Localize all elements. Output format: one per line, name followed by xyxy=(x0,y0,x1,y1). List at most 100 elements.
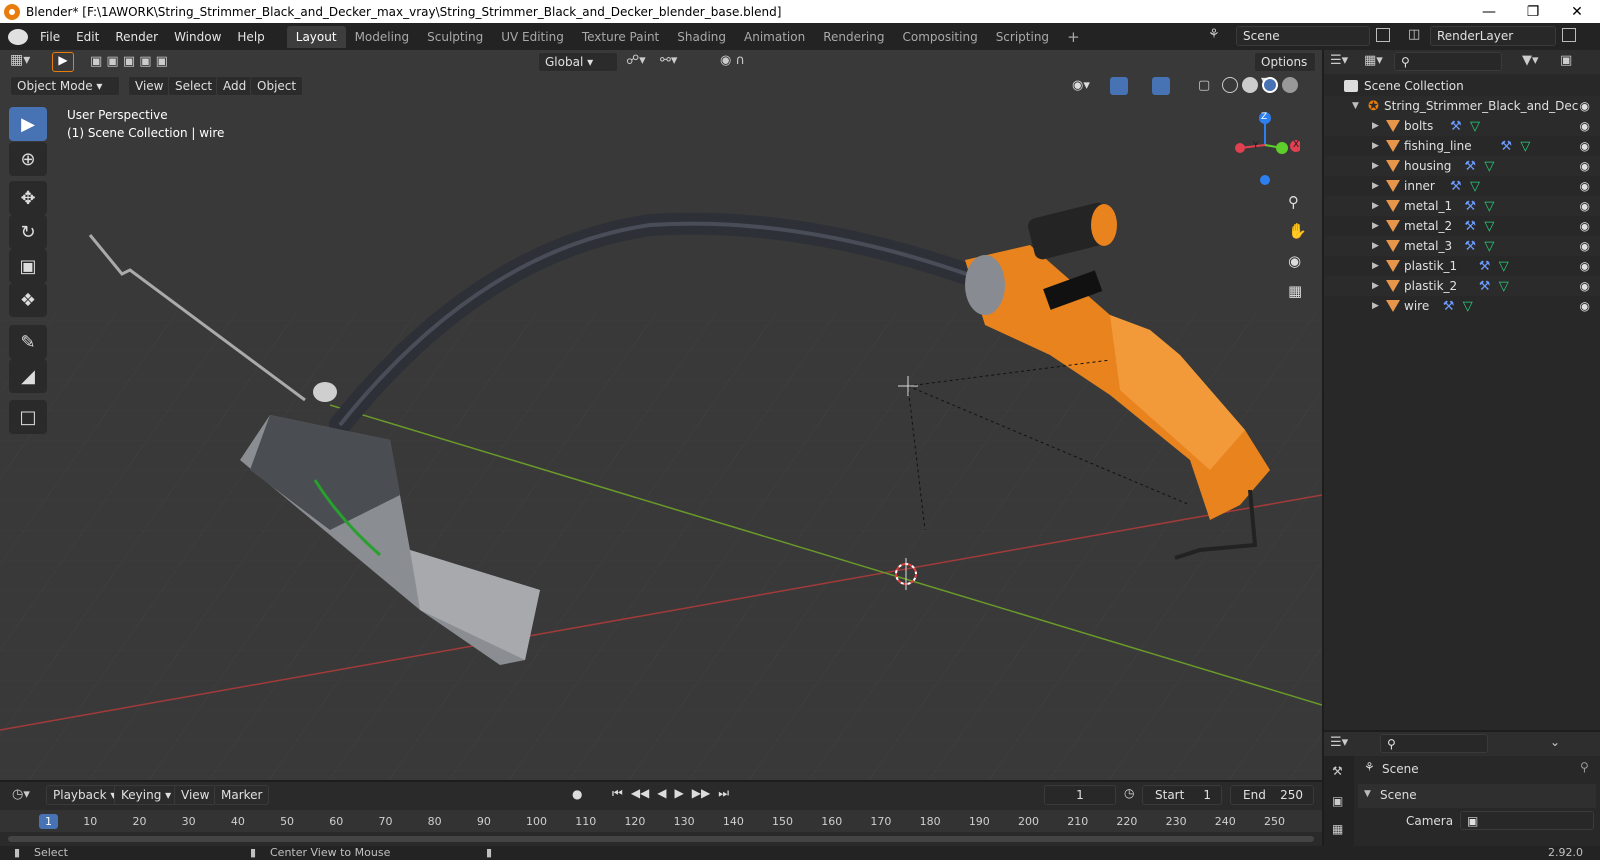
menu-view[interactable]: View xyxy=(128,76,171,96)
shading-mode-icons[interactable] xyxy=(1222,77,1298,93)
xray-toggle-icon[interactable]: ▢ xyxy=(1198,78,1210,93)
solid-shading-icon[interactable] xyxy=(1242,77,1258,93)
expand-arrow-icon[interactable]: ▶ xyxy=(1372,141,1379,151)
output-tab-icon[interactable]: ▦ xyxy=(1332,822,1343,836)
wrench-icon[interactable]: ⚒ xyxy=(1479,259,1491,274)
eye-icon[interactable]: ◉ xyxy=(1580,279,1590,293)
eye-icon[interactable]: ◉ xyxy=(1580,159,1590,173)
tab-animation[interactable]: Animation xyxy=(735,26,814,48)
eye-icon[interactable]: ◉ xyxy=(1580,259,1590,273)
wrench-icon[interactable]: ⚒ xyxy=(1500,139,1512,154)
minimize-button[interactable]: — xyxy=(1466,0,1512,23)
mesh-data-icon[interactable]: ▽ xyxy=(1499,259,1509,274)
pin-icon[interactable]: ⚲ xyxy=(1580,760,1589,774)
outliner-row-fishing-line[interactable]: ▶ fishing_line ⚒ ▽ ◉ xyxy=(1324,136,1600,156)
mesh-data-icon[interactable]: ▽ xyxy=(1470,179,1480,194)
mesh-data-icon[interactable]: ▽ xyxy=(1484,219,1494,234)
prev-keyframe-icon[interactable]: ◀◀ xyxy=(631,786,649,801)
close-window-button[interactable]: ✕ xyxy=(1554,0,1600,23)
menu-render[interactable]: Render xyxy=(107,26,166,48)
visibility-icon[interactable]: ◉▾ xyxy=(1072,78,1090,93)
tool-transform[interactable]: ❖ xyxy=(9,283,47,317)
select-tool-icon[interactable]: ▶ xyxy=(52,52,74,72)
zoom-icon[interactable]: ⚲ xyxy=(1288,193,1299,211)
menu-keying[interactable]: Keying ▾ xyxy=(114,785,179,805)
expand-arrow-icon[interactable]: ▶ xyxy=(1372,301,1379,311)
editor-type-icon[interactable]: ▦▾ xyxy=(10,52,40,72)
eye-icon[interactable]: ◉ xyxy=(1580,139,1590,153)
record-icon[interactable]: ● xyxy=(572,787,582,801)
eye-icon[interactable]: ◉ xyxy=(1580,199,1590,213)
new-scene-icon[interactable] xyxy=(1376,28,1390,42)
tool-rotate[interactable]: ↻ xyxy=(9,215,47,249)
3d-viewport[interactable]: Object Mode ▾ View Select Add Object ▦▾ … xyxy=(0,50,1322,780)
eye-icon[interactable]: ◉ xyxy=(1580,299,1590,313)
outliner-row-inner[interactable]: ▶ inner ⚒ ▽ ◉ xyxy=(1324,176,1600,196)
jump-start-icon[interactable]: ⏮ xyxy=(612,786,623,801)
camera-field[interactable]: ▣ xyxy=(1460,811,1594,830)
properties-search-input[interactable]: ⚲ xyxy=(1380,734,1488,753)
material-shading-icon[interactable] xyxy=(1262,77,1278,93)
mode-selector[interactable]: Object Mode ▾ xyxy=(10,76,120,96)
mesh-data-icon[interactable]: ▽ xyxy=(1470,119,1480,134)
view-layer-icon[interactable]: ◫ xyxy=(1408,27,1420,42)
render-tab-icon[interactable]: ▣ xyxy=(1332,794,1343,808)
expand-arrow-icon[interactable]: ▶ xyxy=(1372,121,1379,131)
wrench-icon[interactable]: ⚒ xyxy=(1464,159,1476,174)
outliner-row-metal-3[interactable]: ▶ metal_3 ⚒ ▽ ◉ xyxy=(1324,236,1600,256)
scene-panel-header[interactable]: ▼ Scene xyxy=(1358,784,1596,808)
eye-icon[interactable]: ◉ xyxy=(1580,99,1590,113)
mesh-data-icon[interactable]: ▽ xyxy=(1484,199,1494,214)
outliner-editor-icon[interactable]: ☰▾ xyxy=(1330,53,1348,68)
expand-arrow-icon[interactable]: ▶ xyxy=(1372,181,1379,191)
tab-compositing[interactable]: Compositing xyxy=(893,26,986,48)
menu-window[interactable]: Window xyxy=(166,26,229,48)
maximize-button[interactable]: ❐ xyxy=(1510,0,1556,23)
menu-add[interactable]: Add xyxy=(216,76,254,96)
outliner-row-metal-2[interactable]: ▶ metal_2 ⚒ ▽ ◉ xyxy=(1324,216,1600,236)
eye-icon[interactable]: ◉ xyxy=(1580,219,1590,233)
wrench-icon[interactable]: ⚒ xyxy=(1479,279,1491,294)
navigation-gizmo[interactable]: Z Y X xyxy=(1230,110,1302,190)
clock-icon[interactable]: ◷ xyxy=(1124,786,1134,800)
tab-texture-paint[interactable]: Texture Paint xyxy=(573,26,668,48)
tool-scale[interactable]: ▣ xyxy=(9,249,47,283)
transform-orientation-selector[interactable]: Global ▾ xyxy=(538,52,618,72)
chevron-down-icon[interactable]: ⌄ xyxy=(1550,735,1560,749)
expand-arrow-icon[interactable]: ▶ xyxy=(1372,161,1379,171)
tool-select-box[interactable]: ▶ xyxy=(9,107,47,141)
view-layer-field[interactable]: RenderLayer xyxy=(1430,26,1556,46)
menu-file[interactable]: File xyxy=(32,26,68,48)
pan-hand-icon[interactable]: ✋ xyxy=(1288,222,1307,240)
wrench-icon[interactable]: ⚒ xyxy=(1464,239,1476,254)
add-workspace-button[interactable]: + xyxy=(1058,26,1089,48)
scene-field[interactable]: Scene xyxy=(1236,26,1370,46)
expand-arrow-icon[interactable]: ▶ xyxy=(1372,241,1379,251)
expand-arrow-icon[interactable]: ▼ xyxy=(1352,101,1359,111)
wrench-icon[interactable]: ⚒ xyxy=(1443,299,1455,314)
tool-move[interactable]: ✥ xyxy=(9,181,47,215)
filter-icon[interactable]: ▼▾ xyxy=(1522,53,1539,68)
expand-arrow-icon[interactable]: ▶ xyxy=(1372,281,1379,291)
rendered-shading-icon[interactable] xyxy=(1282,77,1298,93)
tab-uv-editing[interactable]: UV Editing xyxy=(492,26,573,48)
play-reverse-icon[interactable]: ◀ xyxy=(657,786,666,801)
outliner-row-wire[interactable]: ▶ wire ⚒ ▽ ◉ xyxy=(1324,296,1600,316)
eye-icon[interactable]: ◉ xyxy=(1580,239,1590,253)
mesh-data-icon[interactable]: ▽ xyxy=(1484,159,1494,174)
tab-rendering[interactable]: Rendering xyxy=(814,26,893,48)
outliner-row-plastik-1[interactable]: ▶ plastik_1 ⚒ ▽ ◉ xyxy=(1324,256,1600,276)
options-button[interactable]: Options ▾ xyxy=(1254,52,1316,87)
tab-shading[interactable]: Shading xyxy=(668,26,735,48)
current-frame-field[interactable]: 1 xyxy=(1044,785,1116,805)
snap-icon[interactable]: ⚯▾ xyxy=(660,53,677,68)
outliner-row-metal-1[interactable]: ▶ metal_1 ⚒ ▽ ◉ xyxy=(1324,196,1600,216)
tool-cursor[interactable]: ⊕ xyxy=(9,142,47,176)
new-collection-icon[interactable]: ▣ xyxy=(1560,53,1572,68)
expand-arrow-icon[interactable]: ▶ xyxy=(1372,201,1379,211)
tab-scripting[interactable]: Scripting xyxy=(987,26,1058,48)
tool-annotate[interactable]: ✎ xyxy=(9,325,47,359)
mesh-data-icon[interactable]: ▽ xyxy=(1499,279,1509,294)
end-frame-field[interactable]: End 250 xyxy=(1230,785,1314,805)
expand-arrow-icon[interactable]: ▶ xyxy=(1372,261,1379,271)
